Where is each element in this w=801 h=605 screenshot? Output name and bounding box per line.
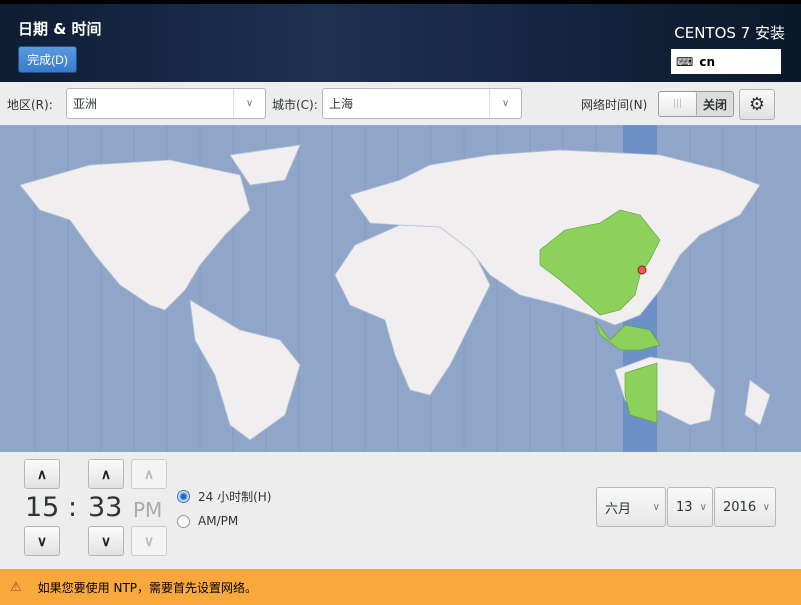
keyboard-layout-label: cn [699,55,715,69]
chevron-down-icon: ∨ [653,502,660,513]
keyboard-icon: ⌨ [676,55,693,69]
done-button[interactable]: 完成(D) [18,46,77,73]
gear-icon: ⚙ [749,94,765,115]
chevron-down-icon: ∨ [37,533,47,550]
header-bar: 日期 & 时间 完成(D) CENTOS 7 安装 ⌨ cn [0,0,801,82]
day-select[interactable]: 13 ∨ [667,487,713,527]
radio-checked-icon [177,490,190,503]
month-select[interactable]: 六月 ∨ [596,487,666,527]
switch-knob: ||| [659,92,697,116]
hours-display: 15 [25,492,59,523]
format-ampm-radio[interactable]: AM/PM [177,514,238,528]
product-title: CENTOS 7 安装 [674,22,785,43]
format-24h-label: 24 小时制(H) [198,488,271,505]
city-label: 城市(C): [272,96,318,113]
chevron-down-icon: ∨ [700,502,707,513]
year-select[interactable]: 2016 ∨ [714,487,776,527]
chevron-down-icon: ∨ [489,89,521,118]
ntp-settings-button[interactable]: ⚙ [739,89,775,120]
switch-state: 关闭 [697,92,733,116]
minute-up-button[interactable]: ∧ [88,459,124,489]
chevron-up-icon: ∧ [101,466,111,483]
chevron-down-icon: ∨ [233,89,265,118]
network-time-label: 网络时间(N) [581,96,647,113]
city-combo[interactable]: 上海 ∨ [322,88,522,119]
keyboard-layout-indicator[interactable]: ⌨ cn [671,49,781,74]
minute-down-button[interactable]: ∨ [88,526,124,556]
page-title: 日期 & 时间 [18,18,102,39]
chevron-down-icon: ∨ [763,502,770,513]
network-time-switch[interactable]: ||| 关闭 [658,91,734,117]
ampm-display: PM [133,498,162,522]
region-label: 地区(R): [7,96,53,113]
chevron-up-icon: ∧ [144,466,154,483]
region-value: 亚洲 [73,95,97,112]
radio-unchecked-icon [177,515,190,528]
format-ampm-label: AM/PM [198,514,238,528]
hour-up-button[interactable]: ∧ [24,459,60,489]
chevron-down-icon: ∨ [144,533,154,550]
warning-bar: ⚠ 如果您要使用 NTP，需要首先设置网络。 [0,569,801,605]
continents [20,145,770,440]
chevron-up-icon: ∧ [37,466,47,483]
city-marker-pin [638,266,646,274]
chevron-down-icon: ∨ [101,533,111,550]
day-value: 13 [676,500,693,515]
year-value: 2016 [723,500,756,515]
warning-text: 如果您要使用 NTP，需要首先设置网络。 [38,579,257,596]
ampm-up-button[interactable]: ∧ [131,459,167,489]
minutes-display: 33 [88,492,122,523]
month-value: 六月 [605,498,631,517]
format-24h-radio[interactable]: 24 小时制(H) [177,488,271,505]
hour-down-button[interactable]: ∨ [24,526,60,556]
time-separator: : [68,492,77,523]
timezone-map[interactable] [0,125,801,452]
city-value: 上海 [329,95,353,112]
ampm-down-button[interactable]: ∨ [131,526,167,556]
warning-icon: ⚠ [10,580,22,595]
world-map [0,125,801,452]
region-combo[interactable]: 亚洲 ∨ [66,88,266,119]
